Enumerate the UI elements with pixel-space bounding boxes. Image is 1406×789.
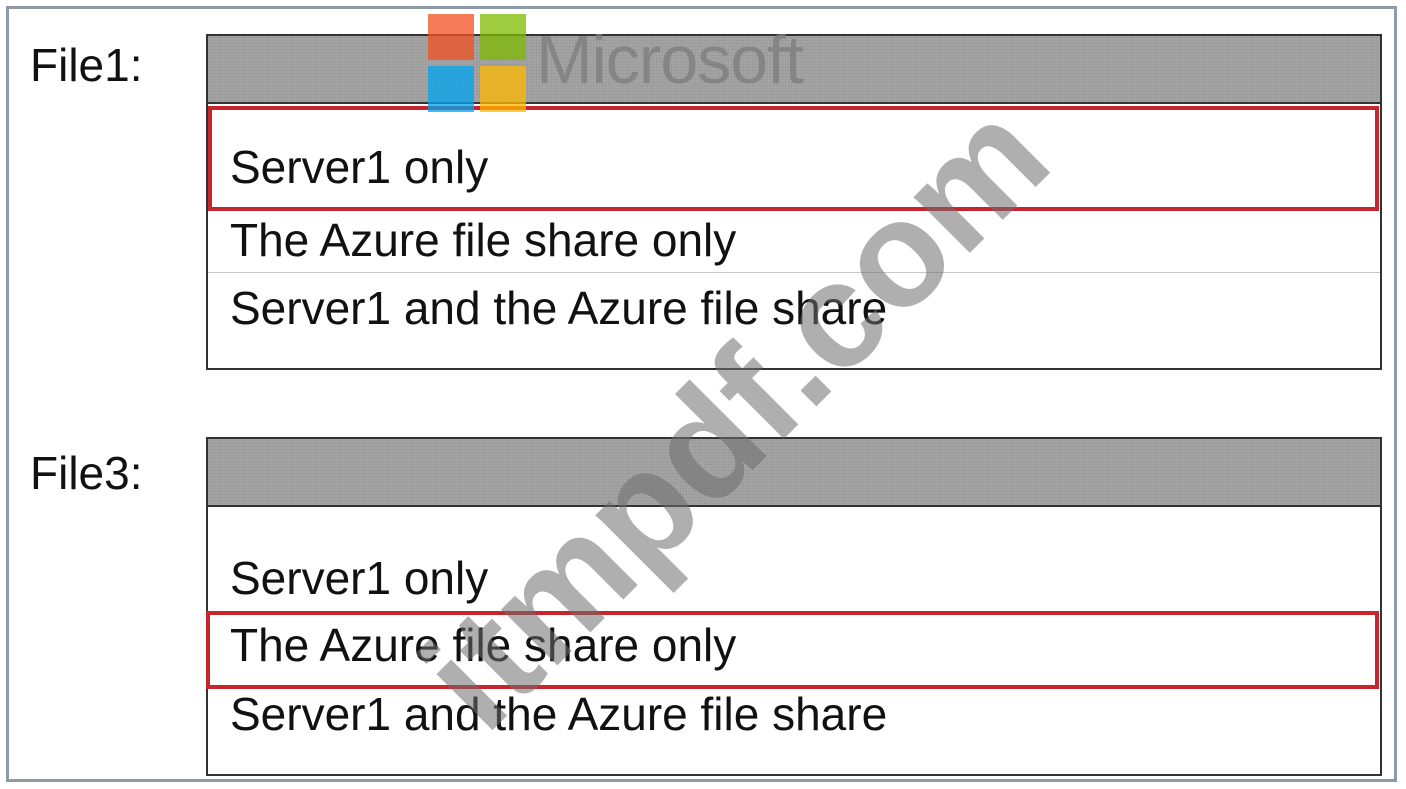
file1-label: File1: bbox=[30, 39, 143, 91]
file1-option-azure-file-share-only[interactable]: The Azure file share only bbox=[230, 217, 736, 263]
microsoft-logo-watermark: Microsoft bbox=[428, 14, 888, 114]
file3-label: File3: bbox=[30, 447, 143, 499]
option-separator bbox=[208, 272, 1380, 273]
file3-dropdown[interactable]: Server1 only The Azure file share only S… bbox=[206, 437, 1382, 776]
file3-dropdown-selected-value[interactable] bbox=[208, 439, 1380, 507]
file3-option-server1-only[interactable]: Server1 only bbox=[230, 555, 488, 601]
logo-square-green bbox=[480, 14, 526, 60]
logo-square-blue bbox=[428, 66, 474, 112]
logo-square-red bbox=[428, 14, 474, 60]
file1-option-server1-and-azure[interactable]: Server1 and the Azure file share bbox=[230, 285, 887, 331]
microsoft-logo-text: Microsoft bbox=[536, 22, 804, 98]
logo-square-yellow bbox=[480, 66, 526, 112]
file1-option-server1-only[interactable]: Server1 only bbox=[230, 144, 488, 190]
file3-option-server1-and-azure[interactable]: Server1 and the Azure file share bbox=[230, 691, 887, 737]
file3-option-azure-file-share-only[interactable]: The Azure file share only bbox=[230, 622, 736, 668]
